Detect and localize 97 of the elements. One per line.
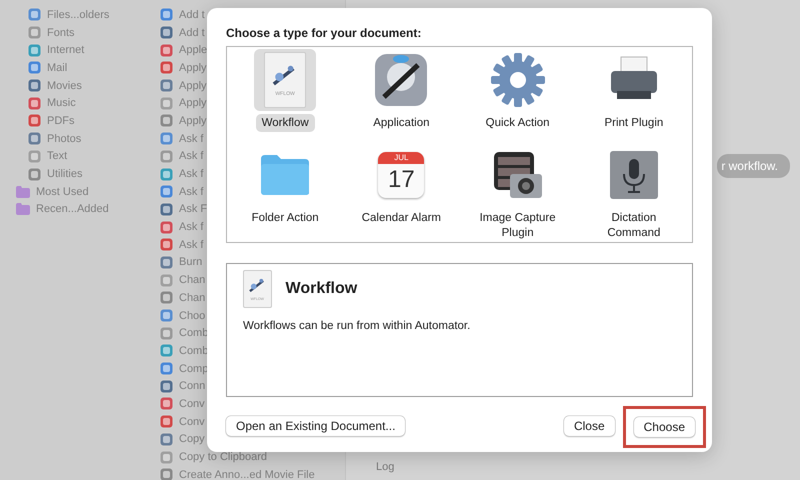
smart-folder-item[interactable]: Recen...Added [36,203,109,216]
library-item[interactable]: Music [47,97,76,110]
app-icon [160,26,173,40]
app-icon [28,132,41,146]
app-icon [160,291,173,304]
action-item[interactable]: Apply [179,80,207,92]
app-icon [160,132,173,146]
action-item[interactable]: Create Anno...ed Movie File [179,468,315,480]
library-item[interactable]: Internet [47,44,84,56]
action-item[interactable]: Conv [179,416,205,428]
app-icon [160,344,173,358]
app-icon [160,238,173,252]
description-text: Workflows can be run from within Automator. [243,320,472,332]
app-icon [28,8,41,22]
action-item[interactable]: Burn [179,256,202,268]
app-icon [160,256,173,269]
action-item[interactable]: Ask f [179,132,204,145]
folder-icon [16,186,30,198]
smart-folder-item[interactable]: Most Used [36,186,89,198]
library-item[interactable]: Photos [47,132,82,145]
type-label[interactable]: Quick Action [480,114,556,132]
dialog-button[interactable]: Open an Existing Document... [226,416,406,436]
dialog-title: Choose a type for your document: [226,26,422,40]
library-item[interactable]: Files...olders [47,8,110,21]
dialog-button[interactable]: Close [564,416,615,436]
action-item[interactable]: Conv [179,398,205,410]
gear-icon [488,51,547,109]
app-icon [160,415,173,428]
description-title: Workflow [286,280,358,298]
app-icon [160,202,173,216]
app-icon [160,8,173,22]
type-label[interactable]: Image Capture Plugin [462,209,574,242]
microphone-icon [608,150,659,200]
action-item[interactable]: Chan [179,292,206,304]
action-item[interactable]: Chan [179,274,206,286]
app-icon [28,96,41,110]
app-icon [160,326,173,340]
app-icon [160,44,173,57]
dialog-button[interactable]: Choose [634,416,695,436]
app-icon [160,61,173,74]
app-icon [160,79,173,92]
app-icon [28,114,41,128]
app-icon [160,432,173,446]
action-item[interactable]: Ask f [179,186,204,198]
library-item[interactable]: Text [47,150,68,162]
app-icon [160,150,173,163]
app-icon [160,362,173,376]
folder-icon [259,153,312,198]
action-item[interactable]: Ask f [179,168,204,180]
action-item[interactable]: Add t [179,26,205,39]
type-tile[interactable]: JUL 17 [370,144,432,206]
app-icon [28,26,41,40]
app-icon [160,309,173,322]
app-icon [160,450,173,464]
action-item[interactable]: Choo [179,310,206,322]
type-label[interactable]: Application [367,114,436,132]
action-item[interactable]: Ask f [179,238,204,251]
app-icon [160,274,173,287]
log-label[interactable]: Log [376,461,394,473]
app-icon [160,468,173,480]
folder-icon [16,203,30,216]
app-icon [160,168,173,181]
action-item[interactable]: Ask f [179,221,204,234]
library-item[interactable]: Mail [47,62,68,74]
action-item[interactable]: Ask F [179,203,208,216]
action-item[interactable]: Apply [179,114,207,127]
action-item[interactable]: Copy [179,433,205,446]
app-icon [160,220,173,234]
app-icon [28,168,41,181]
action-item[interactable]: Apply [179,97,207,110]
app-icon [160,185,173,198]
library-item[interactable]: PDFs [47,114,74,127]
calendar-icon: JUL 17 [378,152,424,198]
app-icon [160,380,173,393]
action-item[interactable]: Copy to Clipboard [179,451,268,464]
type-label[interactable]: Print Plugin [598,114,670,132]
type-label[interactable]: Calendar Alarm [356,209,447,228]
type-label[interactable]: Workflow [256,114,315,132]
action-item[interactable]: Add t [179,8,205,21]
app-icon [28,44,41,57]
app-icon [28,150,41,163]
app-icon [160,96,173,110]
camera-photos-icon [492,150,544,200]
library-item[interactable]: Fonts [47,26,75,39]
type-label[interactable]: Folder Action [246,209,325,228]
action-item[interactable]: Apple [179,44,208,56]
app-icon [160,114,173,128]
action-item[interactable]: Ask f [179,150,204,162]
app-icon [160,397,173,410]
action-item[interactable]: Apply [179,62,207,74]
action-item[interactable]: Conn [179,380,206,392]
type-label[interactable]: Dictation Command [578,209,690,242]
library-item[interactable]: Movies [47,80,82,92]
app-icon [28,61,41,74]
library-item[interactable]: Utilities [47,168,82,180]
app-icon [28,79,41,92]
workflow-hint: r workflow. [717,154,790,178]
